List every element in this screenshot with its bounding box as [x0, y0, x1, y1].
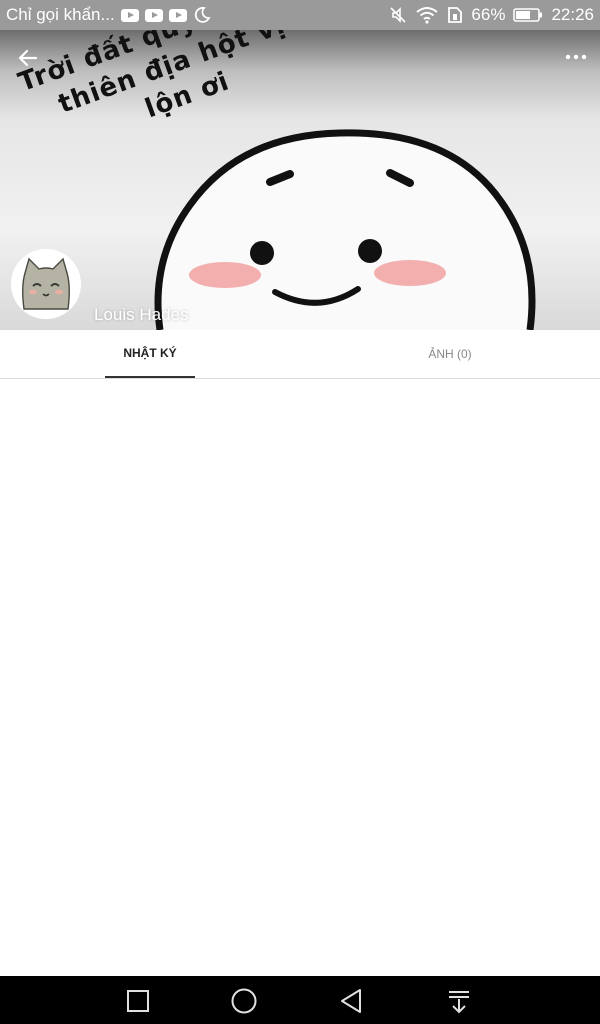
status-bar: Chỉ gọi khẩn... 66% 22:26	[0, 0, 600, 30]
tab-diary[interactable]: NHẬT KÝ	[105, 330, 195, 378]
youtube-icon	[120, 8, 139, 22]
status-right: 66% 22:26	[389, 0, 594, 30]
recent-apps-icon[interactable]	[125, 988, 151, 1014]
battery-icon	[513, 8, 543, 22]
cat-avatar-image	[11, 249, 81, 319]
tab-photos[interactable]: ẢNH (0)	[405, 330, 495, 378]
home-icon[interactable]	[231, 988, 257, 1014]
profile-tabs: NHẬT KÝ ẢNH (0)	[0, 330, 600, 379]
left-cheek	[189, 262, 261, 288]
navigation-bar	[0, 976, 600, 1024]
mute-icon	[390, 7, 406, 23]
more-options-icon[interactable]	[562, 50, 592, 64]
moon-icon	[194, 7, 211, 23]
status-left: Chỉ gọi khẩn...	[6, 0, 211, 30]
tab-content	[0, 379, 600, 976]
notification-text: Chỉ gọi khẩn...	[6, 5, 115, 24]
back-arrow-icon[interactable]	[14, 44, 42, 72]
back-nav-icon[interactable]	[338, 988, 364, 1014]
right-cheek	[374, 260, 446, 286]
notification-pull-icon[interactable]	[446, 988, 472, 1014]
youtube-icon	[168, 8, 187, 22]
cover-photo[interactable]: Trời đất quỷ thần thiên địa hột vịt lộn …	[0, 30, 600, 330]
profile-name: Louis Hades	[94, 305, 189, 324]
youtube-icon	[144, 8, 163, 22]
wifi-icon	[416, 7, 439, 24]
sim-icon	[448, 7, 463, 23]
clock: 22:26	[551, 5, 594, 24]
avatar[interactable]	[11, 249, 81, 319]
battery-percent: 66%	[471, 5, 506, 24]
